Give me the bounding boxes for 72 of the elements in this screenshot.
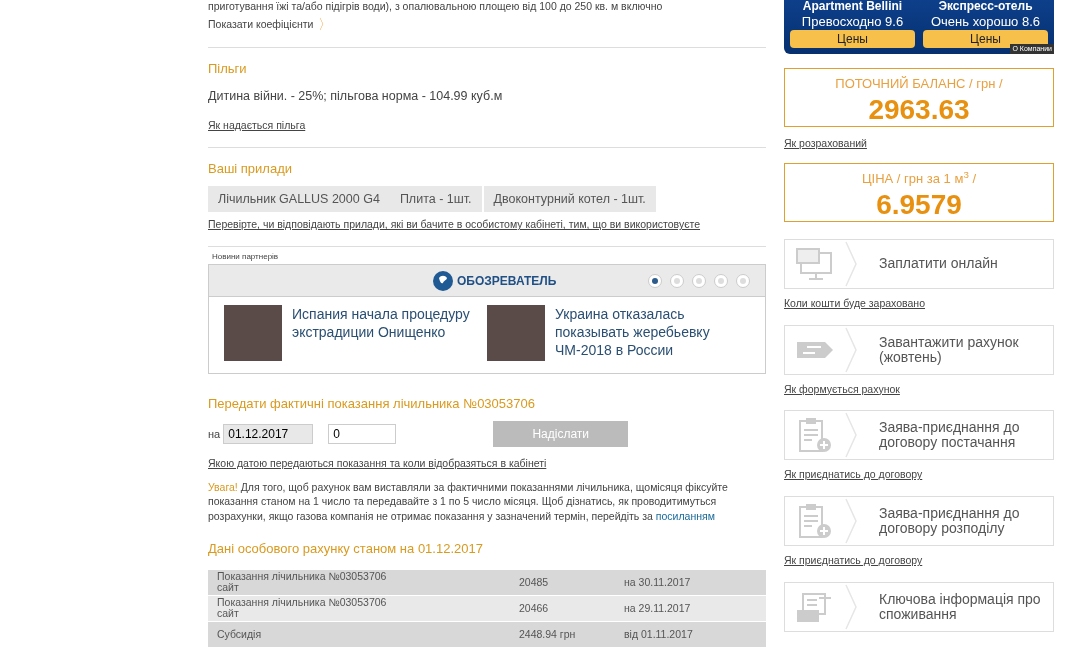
table-cell-text: 2448.94 грн [519,628,577,640]
device-check-link[interactable]: Перевірте, чи відповідають прилади, які ви бачите в особистому кабінеті, тим, що ви використовуєте [208,217,701,234]
benefit-info-link[interactable]: Як надається пільга [208,118,306,135]
card-value: 2963.63 [867,93,971,126]
table-cell-text: 20466 [519,602,550,614]
action-label: Заява-приєднання до договору розподілу [879,506,1021,536]
carousel-dot[interactable] [648,273,662,288]
action-card[interactable]: Ключова інформація про споживання [784,581,1054,632]
section-title: Ваші прилади [208,161,294,177]
photo-placeholder [487,305,545,362]
globe-logo-icon [433,270,453,291]
card-label: ПОТОЧНИЙ БАЛАНС / грн / [834,75,1004,93]
action-label: Ключова інформація про споживання [879,591,1042,622]
logo-text: ОБОЗРЕВАТЕЛЬ [457,272,557,290]
chevron-divider-icon [845,326,857,373]
clipboard-plus-icon [798,502,832,540]
carousel-dot[interactable] [670,273,684,288]
date-prefix-label: на [208,426,221,442]
action-info-link[interactable]: Як приєднатись до договору [784,467,923,483]
chevron-divider-icon [845,498,857,544]
action-info-link[interactable]: Як приєднатись до договору [784,553,923,569]
action-info-link[interactable]: Коли кошти буде зараховано [784,295,925,312]
table-cell-text: Показання лічильника №03053706 сайт [217,571,388,594]
card-label: ЦІНА / грн за 1 м$^{3}$ / [860,169,978,189]
notice-text: Увага! Для того, щоб рахунок вам виставляли за фактичними показаннями лічильника, щомісяця фіксуйте показання станом на 1 число та передавайте з 1 по 5 число місяця. Щоб дізнатись, як проводитимуться розрахунки, якщо газова компанія не отримає показання у зазначений термін, перейдіть за посиланням [208,479,729,524]
news-headline[interactable]: Украина отказалась показывать жеребьевку ЧМ-2018 в России [555,305,745,362]
action-card[interactable]: Заплатити онлайн [784,238,1054,289]
hotel-name: Apartment Bellini [801,0,904,13]
carousel-dot[interactable] [714,273,728,288]
table-cell: від 01.11.2017 [624,628,693,640]
chevron-divider-icon [845,240,857,287]
card-value: 6.9579 [875,188,963,221]
carousel-dot[interactable] [692,273,706,288]
chevron-divider-icon [845,583,857,630]
photo-placeholder [224,305,282,362]
monitor-icon [795,246,835,281]
calculation-link[interactable]: Як розрахований [784,135,867,152]
clipboard-plus-icon [798,416,832,455]
news-headline[interactable]: Испания начала процедуру экстрадиции Онищенко [292,305,482,362]
reading-info-link[interactable]: Якою датою передаються показання та коли відобразяться в кабінеті [208,455,547,472]
notice-link[interactable]: посиланням [655,509,715,522]
action-card[interactable]: Завантажити рахунок (жовтень) [784,324,1054,375]
section-title: Дані особового рахунку станом на 01.12.2017 [208,541,484,557]
section-title: Пільги [208,61,248,77]
chevron-icon: 〉 [317,14,332,35]
action-card[interactable]: Заява-приєднання до договору постачання [784,410,1054,461]
table-cell: на 29.11.2017 [624,602,691,614]
carousel-dot[interactable] [736,273,750,288]
table-cell-text: Показання лічильника №03053706 сайт [217,597,388,620]
device-tag: Лічильник GALLUS 2000 G4 [208,185,390,213]
table-cell: на 30.11.2017 [624,576,691,588]
section-title: Передати фактичні показання лічильника №03053706 [208,396,536,412]
date-field[interactable]: 01.12.2017 [223,423,314,444]
reading-field[interactable]: 0 [328,423,397,444]
benefit-text: Дитина війни. - 25%; пільгова норма - 104.99 куб.м [208,87,504,105]
show-coefficients-link[interactable]: Показати коефіцієнти [208,16,314,33]
action-info-link[interactable]: Як формується рахунок [784,381,900,398]
action-card[interactable]: Заява-приєднання до договору розподілу [784,496,1054,546]
action-label: Заява-приєднання до договору постачання [879,420,1021,451]
device-tag: Двоконтурний котел - 1шт. [483,185,656,213]
device-tag: Плита - 1шт. [389,185,484,213]
table-cell-text: Субсидія [217,628,263,640]
chevron-divider-icon [845,412,857,459]
hotel-rating: Превосходно 9.6 [800,13,905,30]
action-label: Завантажити рахунок (жовтень) [879,334,1020,365]
table-cell-text: 20485 [519,576,550,588]
hotel-name: Экспресс-отель [937,0,1034,13]
hotel-rating: Очень хорошо 8.6 [929,13,1042,30]
prices-button[interactable]: Цены [790,30,915,48]
partner-news-label: Новини партнерів [212,251,280,264]
description-text: приготування їжі та/або підігрів води), з опалювальною площею від 100 до 250 кв. м включно [208,0,664,13]
action-label: Заплатити онлайн [879,256,999,272]
